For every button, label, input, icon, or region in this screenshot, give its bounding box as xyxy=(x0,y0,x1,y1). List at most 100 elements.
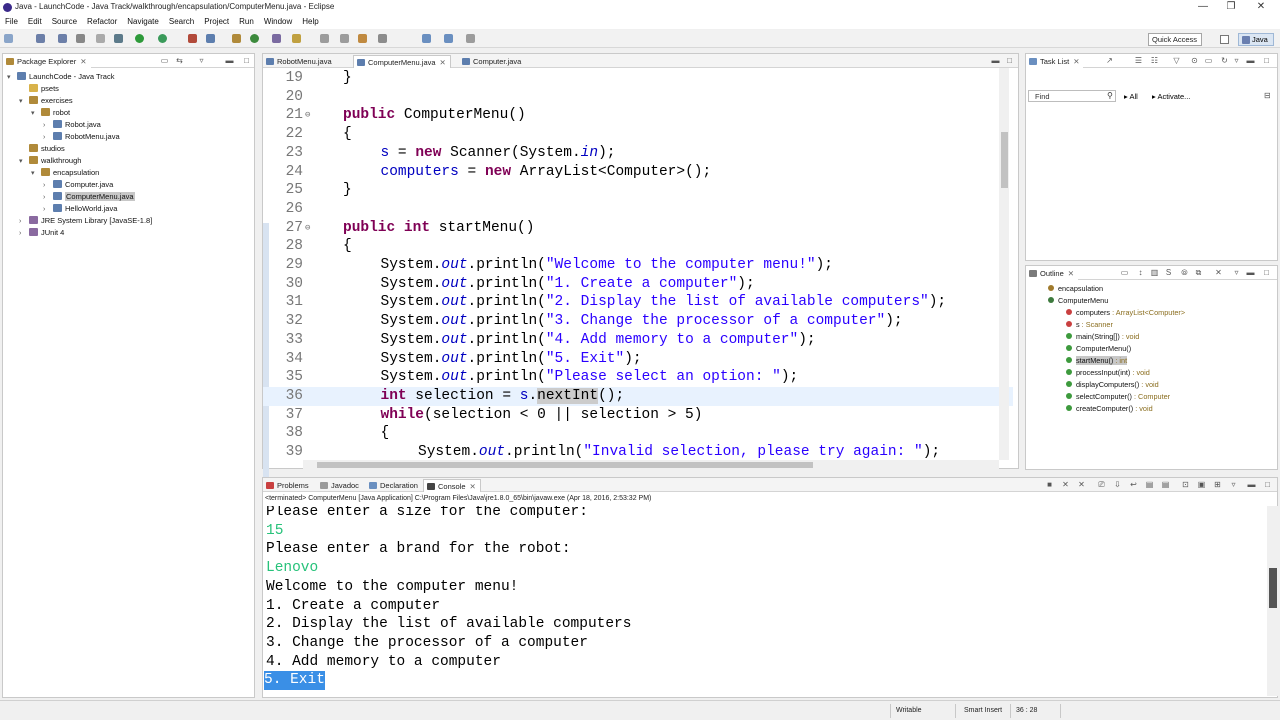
expand-toggle-icon[interactable]: › xyxy=(43,134,53,141)
tab-package-explorer[interactable]: Package Explorer ✕ xyxy=(3,55,91,68)
save-icon[interactable] xyxy=(36,34,45,43)
new-icon[interactable] xyxy=(4,34,13,43)
tree-item[interactable]: › Computer.java xyxy=(43,180,113,192)
code-line[interactable]: 21 ⊖ public ComputerMenu() xyxy=(263,106,1013,125)
pin-editor-icon[interactable] xyxy=(466,34,475,43)
remove-launch-icon[interactable]: ✕ xyxy=(1061,480,1070,489)
open-console-icon[interactable]: ⊞ xyxy=(1213,480,1222,489)
sort-icon[interactable]: ↕ xyxy=(1136,268,1145,277)
scroll-thumb[interactable] xyxy=(1269,568,1277,608)
tab-problems[interactable]: Problems xyxy=(263,479,313,492)
code-line[interactable]: 27 ⊖ public int startMenu() xyxy=(263,219,1013,238)
editor-vertical-scrollbar[interactable] xyxy=(999,68,1009,460)
code-line[interactable]: 20 xyxy=(263,88,1013,107)
close-tab-icon[interactable]: ✕ xyxy=(1073,57,1079,66)
tab-javadoc[interactable]: Javadoc xyxy=(317,479,363,492)
run-icon[interactable] xyxy=(135,34,144,43)
expand-toggle-icon[interactable]: › xyxy=(43,182,53,189)
code-line[interactable]: 24 computers = new ArrayList<Computer>(); xyxy=(263,163,1013,182)
tab-computermenu-java[interactable]: ComputerMenu.java ✕ xyxy=(353,55,451,68)
menu-navigate[interactable]: Navigate xyxy=(122,15,164,29)
expand-toggle-icon[interactable]: › xyxy=(19,218,29,225)
outline-item[interactable]: processInput(int) : void xyxy=(1066,368,1150,380)
tab-console[interactable]: Console ✕ xyxy=(423,479,481,492)
new-java-project-icon[interactable] xyxy=(206,34,215,43)
outline-item[interactable]: displayComputers() : void xyxy=(1066,380,1159,392)
maximize-view-icon[interactable]: □ xyxy=(1005,56,1014,65)
outline-item[interactable]: startMenu() : int xyxy=(1066,356,1128,368)
maximize-view-icon[interactable]: □ xyxy=(1263,480,1272,489)
back-icon[interactable] xyxy=(422,34,431,43)
coverage-icon[interactable] xyxy=(158,34,167,43)
menu-window[interactable]: Window xyxy=(259,15,297,29)
hide-static-icon[interactable]: S xyxy=(1164,268,1173,277)
close-tab-icon[interactable]: ✕ xyxy=(1068,269,1074,278)
hide-completed-icon[interactable]: ⊙ xyxy=(1190,56,1199,65)
open-type-icon[interactable] xyxy=(272,34,281,43)
hide-local-types-icon[interactable]: ⧉ xyxy=(1194,268,1203,277)
hide-fields-icon[interactable]: ▥ xyxy=(1150,268,1159,277)
outline-item[interactable]: computers : ArrayList<Computer> xyxy=(1066,308,1185,320)
code-line[interactable]: 23 s = new Scanner(System.in); xyxy=(263,144,1013,163)
code-line[interactable]: 22 { xyxy=(263,125,1013,144)
code-line[interactable]: 36 int selection = s.nextInt(); xyxy=(263,386,1013,406)
maximize-view-icon[interactable]: □ xyxy=(1262,268,1271,277)
skip-breakpoints-icon[interactable] xyxy=(96,34,105,43)
code-line[interactable]: 31 System.out.println("2. Display the lis… xyxy=(263,293,1013,312)
code-line[interactable]: 33 System.out.println("4. Add memory to a… xyxy=(263,331,1013,350)
link-with-editor-icon[interactable]: ⇆ xyxy=(175,56,184,65)
tab-computer-java[interactable]: Computer.java xyxy=(459,55,525,68)
view-menu-icon[interactable]: ▿ xyxy=(1232,268,1241,277)
all-filter-link[interactable]: ▸ All xyxy=(1124,92,1138,101)
remove-all-icon[interactable]: ✕ xyxy=(1077,480,1086,489)
menu-source[interactable]: Source xyxy=(47,15,82,29)
outline-item[interactable]: createComputer() : void xyxy=(1066,404,1153,416)
tree-item[interactable]: › HelloWorld.java xyxy=(43,204,117,216)
tree-item[interactable]: ▾ walkthrough xyxy=(19,156,81,168)
tree-item[interactable]: ▾ exercises xyxy=(19,96,73,108)
annotation-next-icon[interactable] xyxy=(320,34,329,43)
tab-outline[interactable]: Outline ✕ xyxy=(1026,267,1079,280)
new-package-icon[interactable] xyxy=(232,34,241,43)
console-vertical-scrollbar[interactable] xyxy=(1267,506,1278,696)
expand-toggle-icon[interactable]: ▾ xyxy=(19,97,29,105)
tree-item[interactable]: › JRE System Library [JavaSE-1.8] xyxy=(19,216,152,228)
collapse-all-icon[interactable]: ▭ xyxy=(1204,56,1213,65)
outline-item[interactable]: main(String[]) : void xyxy=(1066,332,1139,344)
expand-toggle-icon[interactable]: ▾ xyxy=(7,73,17,81)
menu-help[interactable]: Help xyxy=(297,15,323,29)
code-line[interactable]: 28 { xyxy=(263,237,1013,256)
show-stderr-icon[interactable]: ▤ xyxy=(1161,480,1170,489)
pin-console-icon[interactable]: ⊡ xyxy=(1181,480,1190,489)
view-menu-icon[interactable]: ▿ xyxy=(1232,56,1241,65)
link-with-editor-icon[interactable]: ✕ xyxy=(1214,268,1223,277)
menu-project[interactable]: Project xyxy=(199,15,234,29)
minimize-view-icon[interactable]: ▬ xyxy=(1246,56,1255,65)
tab-declaration[interactable]: Declaration xyxy=(366,479,422,492)
save-all-icon[interactable] xyxy=(58,34,67,43)
code-editor[interactable]: 19} 20 21 ⊖ public ComputerMenu() 22{23 s = ne… xyxy=(263,68,1018,514)
external-tools-icon[interactable] xyxy=(188,34,197,43)
code-line[interactable]: 35 System.out.println("Please select an o… xyxy=(263,368,1013,387)
close-tab-icon[interactable]: ✕ xyxy=(440,58,446,67)
expand-toggle-icon[interactable]: ▾ xyxy=(19,157,29,165)
minimize-view-icon[interactable]: ▬ xyxy=(1246,268,1255,277)
menu-file[interactable]: File xyxy=(0,15,23,29)
code-line[interactable]: 26 xyxy=(263,200,1013,219)
synchronize-icon[interactable]: ↻ xyxy=(1220,56,1229,65)
tab-task-list[interactable]: Task List ✕ xyxy=(1026,55,1084,68)
search-icon[interactable] xyxy=(292,34,301,43)
minimize-view-icon[interactable]: ▬ xyxy=(1247,480,1256,489)
word-wrap-icon[interactable]: ↩ xyxy=(1129,480,1138,489)
quick-access-input[interactable]: Quick Access xyxy=(1148,33,1202,46)
console-output[interactable]: Please enter a size for the computer: 15 P… xyxy=(263,506,1277,697)
open-perspective-icon[interactable] xyxy=(1220,35,1229,44)
scheduled-icon[interactable]: ☷ xyxy=(1150,56,1159,65)
menu-run[interactable]: Run xyxy=(234,15,259,29)
maximize-button[interactable]: ❐ xyxy=(1216,0,1246,15)
view-menu-icon[interactable]: ▿ xyxy=(197,56,206,65)
show-whitespace-icon[interactable] xyxy=(378,34,387,43)
code-line[interactable]: 37 while(selection < 0 || selection > 5) xyxy=(263,406,1013,425)
categorized-icon[interactable]: ☰ xyxy=(1134,56,1143,65)
scroll-lock-icon[interactable]: ⇩ xyxy=(1113,480,1122,489)
